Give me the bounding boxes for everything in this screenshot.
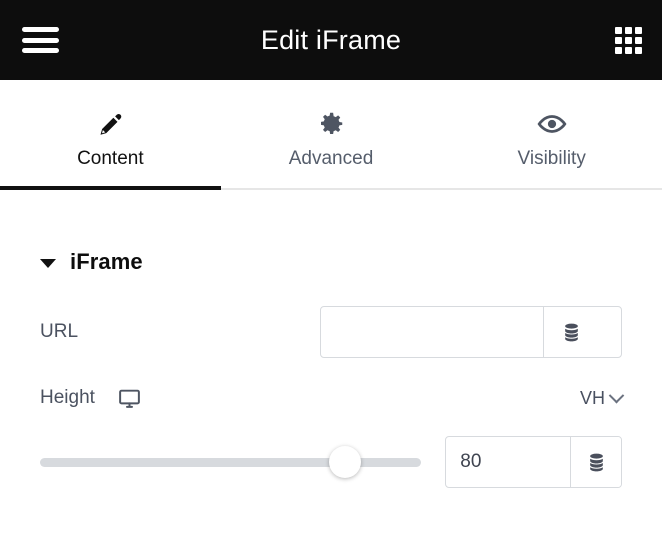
gear-icon: [316, 107, 346, 141]
pencil-icon: [95, 107, 125, 141]
tab-content[interactable]: Content: [0, 80, 221, 190]
grid-cell: [625, 47, 632, 54]
grid-apps-icon[interactable]: [615, 27, 642, 54]
caret-down-icon: [40, 258, 56, 268]
field-row-height-control: [0, 432, 662, 492]
grid-cell: [615, 37, 622, 44]
height-unit-value: VH: [579, 387, 605, 408]
database-stack-icon: [560, 321, 583, 344]
hamburger-bar: [22, 48, 59, 53]
tab-advanced-label: Advanced: [288, 147, 374, 169]
grid-cell: [635, 27, 642, 34]
page-title: Edit iFrame: [260, 25, 402, 55]
grid-cell: [625, 37, 632, 44]
eye-icon: [536, 107, 568, 141]
field-row-url: URL: [0, 304, 662, 360]
tab-bar: Content Advanced Visibility: [0, 80, 662, 190]
url-input[interactable]: [321, 307, 543, 357]
section-title: iFrame: [70, 249, 143, 274]
height-dynamic-tags-button[interactable]: [570, 437, 621, 487]
url-input-group: [320, 306, 622, 358]
field-row-height-label: Height VH: [0, 374, 662, 422]
edit-iframe-panel: Edit iFrame Content Advanced Visibility …: [0, 0, 662, 554]
grid-cell: [615, 27, 622, 34]
tab-advanced[interactable]: Advanced: [221, 80, 442, 188]
section-header-iframe[interactable]: iFrame: [0, 232, 662, 292]
grid-cell: [635, 47, 642, 54]
height-input[interactable]: [446, 437, 571, 487]
content-area: iFrame URL Height VH 80: [0, 190, 662, 554]
height-slider[interactable]: [40, 442, 422, 482]
slider-thumb[interactable]: [329, 446, 361, 478]
tab-visibility-label: Visibility: [517, 147, 586, 169]
hamburger-menu-icon[interactable]: [22, 27, 59, 53]
desktop-monitor-icon[interactable]: [117, 386, 142, 411]
grid-cell: [625, 27, 632, 34]
database-stack-icon: [585, 451, 608, 474]
hamburger-bar: [22, 27, 59, 32]
tab-visibility[interactable]: Visibility: [441, 80, 662, 188]
height-label: Height: [40, 387, 95, 408]
panel-header: Edit iFrame: [0, 0, 662, 80]
url-dynamic-tags-button[interactable]: [543, 307, 598, 357]
grid-cell: [635, 37, 642, 44]
chevron-down-icon: [608, 387, 625, 403]
height-unit-select[interactable]: VH: [579, 387, 625, 409]
hamburger-bar: [22, 37, 59, 43]
tab-content-label: Content: [77, 147, 144, 169]
slider-track: [40, 457, 422, 467]
grid-cell: [615, 47, 622, 54]
url-label: URL: [40, 321, 79, 342]
height-input-group: [445, 436, 622, 488]
